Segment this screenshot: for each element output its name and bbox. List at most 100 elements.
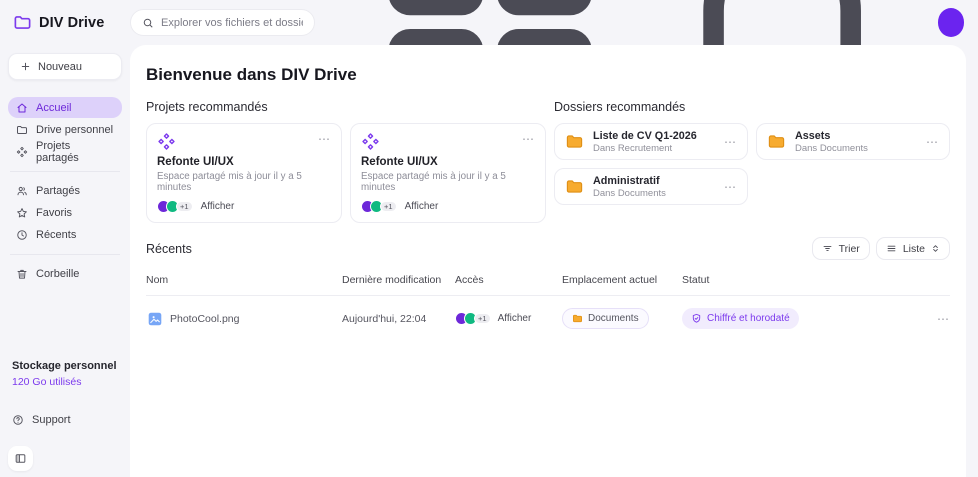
sidebar-item-corbeille[interactable]: Corbeille — [8, 263, 122, 284]
search-icon — [142, 17, 154, 29]
storage-title: Stockage personnel — [12, 360, 117, 372]
app-logo: DIV Drive — [0, 13, 130, 32]
clock-icon — [16, 229, 28, 241]
user-avatar[interactable] — [937, 8, 965, 37]
folder-location: Dans Documents — [795, 142, 868, 154]
list-icon — [886, 243, 897, 254]
projects-heading: Projets recommandés — [146, 100, 268, 114]
folder-amber-icon — [565, 132, 584, 151]
sidebar-item-label: Récents — [36, 228, 77, 241]
column-header-nom: Nom — [146, 274, 169, 286]
column-header-statut: Statut — [682, 274, 710, 286]
project-title: Refonte UI/UX — [157, 156, 234, 168]
avatar-extra-count: +1 — [176, 201, 193, 212]
filter-icon — [822, 243, 833, 254]
new-button-label: Nouveau — [38, 60, 83, 73]
support-button[interactable]: Support — [8, 414, 122, 426]
sidebar-item-favoris[interactable]: Favoris — [8, 202, 122, 223]
folder-amber-icon — [767, 132, 786, 151]
show-members-button[interactable]: Afficher — [405, 201, 439, 212]
folder-amber-icon — [572, 313, 583, 324]
sidebar-divider — [10, 171, 120, 172]
people-icon — [16, 185, 28, 197]
sidebar-item-label: Partagés — [36, 184, 81, 197]
show-access-button[interactable]: Afficher — [498, 313, 532, 324]
topbar: DIV Drive — [0, 0, 978, 142]
folder-card[interactable]: Liste de CV Q1-2026 Dans Recrutement ⋯ — [554, 123, 748, 160]
sort-button-label: Trier — [838, 242, 860, 255]
sidebar-divider — [10, 254, 120, 255]
more-icon[interactable]: ⋯ — [522, 132, 535, 146]
folder-title: Assets — [795, 129, 831, 142]
panel-icon — [14, 452, 27, 465]
file-name: PhotoCool.png — [170, 312, 240, 325]
column-header-modification: Dernière modification — [342, 274, 442, 286]
column-header-emplacement: Emplacement actuel — [562, 274, 658, 286]
recents-table: Nom Dernière modification Accès Emplacem… — [146, 266, 950, 341]
sidebar-item-recents[interactable]: Récents — [8, 224, 122, 245]
help-icon — [12, 414, 24, 426]
status-label: Chiffré et horodaté — [707, 313, 790, 324]
storage-usage: 120 Go utilisés — [12, 376, 82, 388]
storage-summary: Stockage personnel 120 Go utilisés — [8, 360, 122, 388]
support-label: Support — [32, 414, 71, 426]
folder-icon — [16, 124, 28, 136]
main-content: Bienvenue dans DIV Drive Projets recomma… — [130, 45, 966, 477]
project-card[interactable]: ⋯ Refonte UI/UX Espace partagé mis à jou… — [350, 123, 546, 223]
plus-icon — [20, 61, 31, 72]
sidebar-item-label: Drive personnel — [36, 123, 114, 136]
status-badge: Chiffré et horodaté — [682, 308, 799, 329]
recents-heading: Récents — [146, 241, 192, 256]
projects-section: Projets recommandés ⋯ Refonte UI/UX Espa… — [146, 100, 546, 223]
more-icon[interactable]: ⋯ — [937, 312, 950, 326]
folder-title: Administratif — [593, 174, 660, 187]
more-icon[interactable]: ⋯ — [926, 135, 939, 149]
folders-heading: Dossiers recommandés — [554, 100, 686, 114]
folder-amber-icon — [565, 177, 584, 196]
diamond-cluster-icon — [16, 146, 28, 158]
new-button[interactable]: Nouveau — [8, 53, 122, 80]
table-row[interactable]: PhotoCool.png Aujourd'hui, 22:04 +1 Affi… — [146, 296, 950, 341]
sidebar-item-label: Accueil — [36, 101, 72, 114]
show-members-button[interactable]: Afficher — [201, 201, 235, 212]
folder-card[interactable]: Assets Dans Documents ⋯ — [756, 123, 950, 160]
location-label: Documents — [588, 313, 639, 324]
sort-button[interactable]: Trier — [811, 237, 870, 260]
trash-icon — [16, 268, 28, 280]
page-title: Bienvenue dans DIV Drive — [146, 65, 357, 84]
project-card[interactable]: ⋯ Refonte UI/UX Espace partagé mis à jou… — [146, 123, 342, 223]
file-modified: Aujourd'hui, 22:04 — [342, 312, 427, 325]
project-subtitle: Espace partagé mis à jour il y a 5 minut… — [361, 171, 506, 193]
chevron-up-down-icon — [931, 244, 940, 253]
more-icon[interactable]: ⋯ — [724, 135, 737, 149]
folders-section: Dossiers recommandés Liste de CV Q1-2026… — [554, 100, 950, 223]
project-subtitle: Espace partagé mis à jour il y a 5 minut… — [157, 171, 302, 193]
folder-location: Dans Recrutement — [593, 142, 673, 154]
sidebar-item-projets-partages[interactable]: Projets partagés — [8, 139, 122, 164]
folder-card[interactable]: Administratif Dans Documents ⋯ — [554, 168, 748, 205]
project-diamond-icon — [157, 132, 176, 151]
collapse-sidebar-button[interactable] — [8, 446, 33, 471]
project-diamond-icon — [361, 132, 380, 151]
search-input[interactable] — [161, 16, 303, 29]
home-icon — [16, 102, 28, 114]
sidebar-item-label: Corbeille — [36, 267, 80, 280]
search-bar[interactable] — [130, 9, 315, 36]
view-mode-label: Liste — [902, 242, 925, 255]
sidebar-item-partages[interactable]: Partagés — [8, 180, 122, 201]
more-icon[interactable]: ⋯ — [724, 180, 737, 194]
sidebar: Nouveau Accueil Drive personnel Projets … — [0, 45, 130, 477]
project-title: Refonte UI/UX — [361, 156, 438, 168]
sidebar-item-accueil[interactable]: Accueil — [8, 97, 122, 118]
sidebar-item-label: Projets partagés — [36, 139, 79, 164]
table-header-row: Nom Dernière modification Accès Emplacem… — [146, 266, 950, 296]
location-chip[interactable]: Documents — [562, 308, 649, 329]
sidebar-item-label: Favoris — [36, 206, 73, 219]
column-header-acces: Accès — [455, 274, 484, 286]
more-icon[interactable]: ⋯ — [318, 132, 331, 146]
sidebar-item-drive-personnel[interactable]: Drive personnel — [8, 119, 122, 140]
avatar-extra-count: +1 — [380, 201, 397, 212]
view-mode-button[interactable]: Liste — [875, 237, 950, 260]
shield-check-icon — [691, 313, 702, 324]
